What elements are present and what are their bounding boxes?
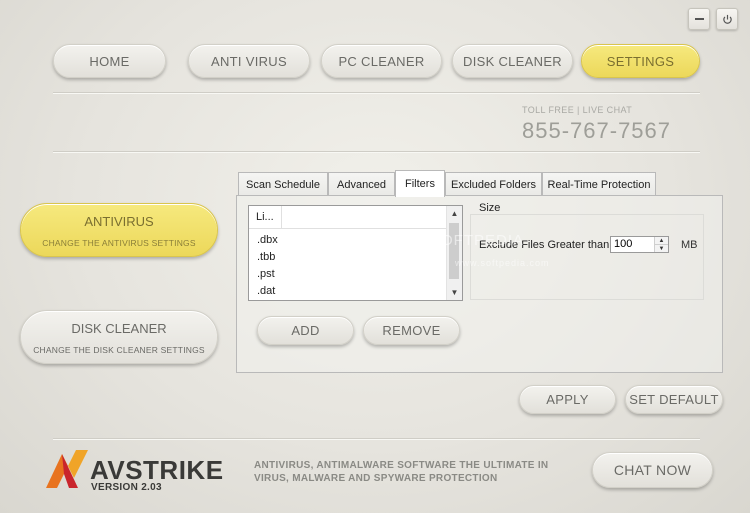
tab-excluded-folders[interactable]: Excluded Folders (445, 172, 542, 196)
avstrike-logo-icon (46, 450, 88, 488)
sidebar-item-antivirus[interactable]: ANTIVIRUS CHANGE THE ANTIVIRUS SETTINGS (20, 203, 218, 257)
list-header-label: Li... (256, 211, 274, 223)
extension-list[interactable]: Li... .dbx .tbb .pst .dat ▲ ▼ (248, 205, 463, 301)
nav-pc-cleaner[interactable]: PC CLEANER (321, 44, 442, 78)
stepper-up-icon[interactable]: ▲ (655, 237, 668, 245)
tagline: ANTIVIRUS, ANTIMALWARE SOFTWARE THE ULTI… (254, 460, 549, 484)
sidebar-item-disk-cleaner[interactable]: DISK CLEANER CHANGE THE DISK CLEANER SET… (20, 310, 218, 364)
list-item[interactable]: .tbb (257, 251, 275, 263)
scroll-down-icon[interactable]: ▼ (447, 285, 462, 300)
toll-free-caption: TOLL FREE | LIVE CHAT (522, 105, 633, 115)
nav-home[interactable]: HOME (53, 44, 166, 78)
nav-settings[interactable]: SETTINGS (581, 44, 700, 78)
tab-real-time-protection[interactable]: Real-Time Protection (542, 172, 656, 196)
sidebar-item-title: DISK CLEANER (71, 321, 167, 336)
list-column-header[interactable]: Li... (249, 206, 448, 229)
remove-button[interactable]: REMOVE (363, 316, 460, 345)
scroll-up-icon[interactable]: ▲ (447, 206, 462, 221)
size-unit: MB (681, 239, 698, 251)
list-item[interactable]: .dbx (257, 234, 278, 246)
chat-now-button[interactable]: CHAT NOW (592, 452, 713, 488)
watermark-url: www.softpedia.com (455, 258, 550, 268)
tab-advanced[interactable]: Advanced (328, 172, 395, 196)
divider (53, 151, 700, 153)
sidebar-item-subtitle: CHANGE THE DISK CLEANER SETTINGS (33, 345, 205, 355)
size-group-label: Size (479, 202, 501, 214)
tab-scan-schedule[interactable]: Scan Schedule (238, 172, 328, 196)
divider (53, 92, 700, 94)
phone-number: 855-767-7567 (522, 118, 672, 143)
sidebar-item-title: ANTIVIRUS (84, 214, 154, 229)
nav-disk-cleaner[interactable]: DISK CLEANER (452, 44, 573, 78)
watermark-text: SOFTPEDIA (430, 232, 525, 249)
power-icon (722, 14, 732, 24)
divider (53, 438, 700, 440)
apply-button[interactable]: APPLY (519, 385, 616, 414)
tab-filters[interactable]: Filters (395, 170, 445, 197)
power-button[interactable] (716, 8, 738, 30)
list-scrollbar[interactable]: ▲ ▼ (446, 206, 462, 300)
minimize-button[interactable] (688, 8, 710, 30)
nav-anti-virus[interactable]: ANTI VIRUS (188, 44, 310, 78)
version-label: VERSION 2.03 (91, 482, 162, 493)
minimize-icon (694, 18, 704, 20)
exclude-size-input[interactable] (614, 238, 652, 250)
list-item[interactable]: .dat (257, 285, 275, 297)
size-group (470, 214, 704, 300)
add-button[interactable]: ADD (257, 316, 354, 345)
exclude-size-stepper[interactable]: ▲ ▼ (610, 236, 669, 253)
set-default-button[interactable]: SET DEFAULT (625, 385, 723, 414)
list-item[interactable]: .pst (257, 268, 275, 280)
stepper-down-icon[interactable]: ▼ (655, 245, 668, 252)
sidebar-item-subtitle: CHANGE THE ANTIVIRUS SETTINGS (42, 238, 196, 248)
